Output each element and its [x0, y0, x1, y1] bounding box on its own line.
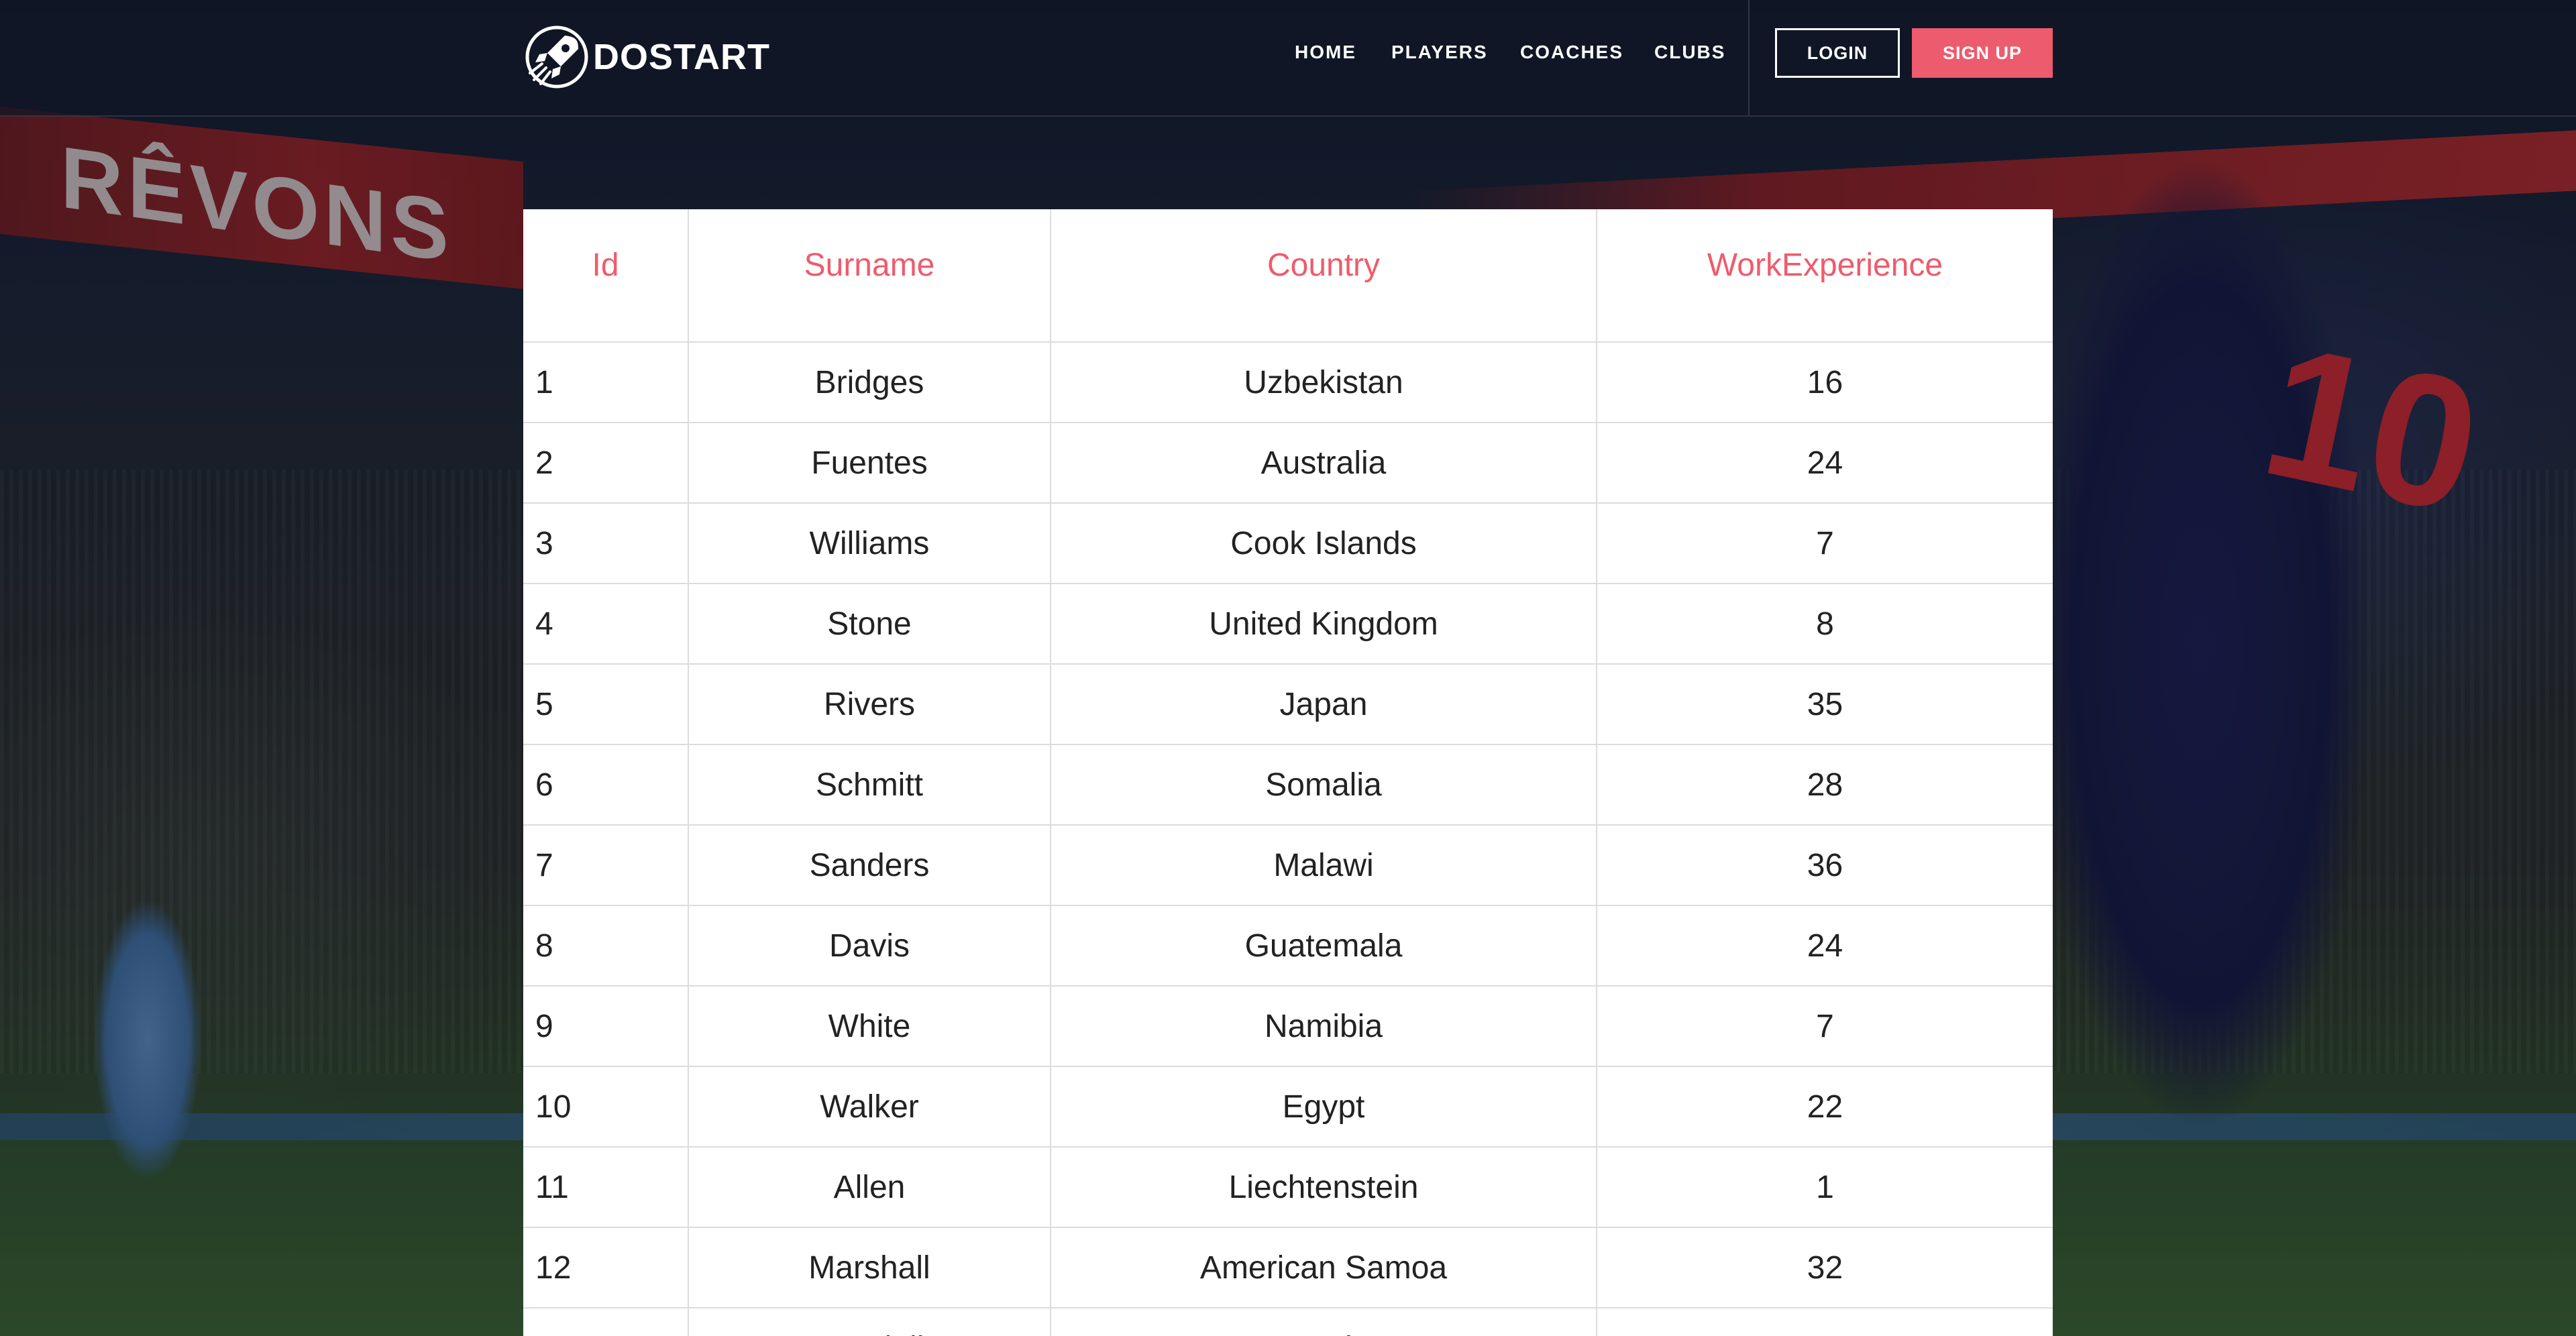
cell-country: Lesotho: [1051, 1308, 1597, 1336]
table-row: 12 Marshall American Samoa 32: [523, 1227, 2053, 1309]
cell-work-experience: 24: [1597, 423, 2053, 504]
column-header-work-experience: WorkExperience: [1597, 209, 2053, 343]
cell-country: Malawi: [1051, 825, 1597, 906]
cell-surname: Williams: [688, 503, 1051, 584]
site-header: DOSTART HOME PLAYERS COACHES CLUBS LOGIN…: [0, 0, 2576, 117]
column-header-country: Country: [1051, 209, 1597, 343]
brand-name: DOSTART: [593, 37, 770, 77]
cell-id: 3: [523, 503, 689, 584]
nav-clubs[interactable]: CLUBS: [1654, 42, 1725, 63]
cell-surname: Schmitt: [688, 744, 1051, 826]
column-header-surname: Surname: [688, 209, 1051, 343]
cell-surname: Sanders: [688, 825, 1051, 906]
cell-surname: Rivers: [688, 664, 1051, 745]
cell-country: Cook Islands: [1051, 503, 1597, 584]
cell-work-experience: 28: [1597, 744, 2053, 826]
cell-id: 7: [523, 825, 689, 906]
cell-id: 12: [523, 1227, 689, 1309]
table-row: 9 White Namibia 7: [523, 986, 2053, 1067]
cell-surname: White: [688, 986, 1051, 1067]
cell-id: 8: [523, 905, 689, 987]
cell-id: 10: [523, 1066, 689, 1148]
cell-country: United Kingdom: [1051, 583, 1597, 665]
table-row: 1 Bridges Uzbekistan 16: [523, 342, 2053, 423]
table-row: 13RandallLesotho22: [523, 1308, 2053, 1336]
cell-work-experience: 22: [1597, 1308, 2053, 1336]
cell-surname: Allen: [688, 1147, 1051, 1228]
cell-country: Uzbekistan: [1051, 342, 1597, 423]
coaches-table-container: Id Surname Country WorkExperience 1 Bridg…: [523, 209, 2053, 1336]
cell-work-experience: 16: [1597, 342, 2053, 423]
cell-work-experience: 7: [1597, 986, 2053, 1067]
brand-logo[interactable]: DOSTART: [523, 20, 770, 94]
coaches-table: Id Surname Country WorkExperience 1 Bridg…: [523, 209, 2053, 1336]
cell-country: Australia: [1051, 423, 1597, 504]
table-row: 2 Fuentes Australia 24: [523, 423, 2053, 504]
cell-country: Egypt: [1051, 1066, 1597, 1148]
cell-country: Japan: [1051, 664, 1597, 745]
cell-id: 13: [523, 1308, 689, 1336]
cell-surname: Stone: [688, 583, 1051, 665]
cell-work-experience: 36: [1597, 825, 2053, 906]
nav-coaches[interactable]: COACHES: [1520, 42, 1623, 63]
cell-id: 1: [523, 342, 689, 423]
table-row: 11 Allen Liechtenstein 1: [523, 1147, 2053, 1228]
cell-country: Guatemala: [1051, 905, 1597, 987]
cell-work-experience: 8: [1597, 583, 2053, 665]
header-divider: [1748, 0, 1750, 115]
rocket-icon: [525, 25, 588, 89]
cell-surname: Randall: [688, 1308, 1051, 1336]
cell-work-experience: 35: [1597, 664, 2053, 745]
cell-id: 5: [523, 664, 689, 745]
cell-country: Liechtenstein: [1051, 1147, 1597, 1228]
table-row: 3 Williams Cook Islands 7: [523, 503, 2053, 584]
cell-surname: Davis: [688, 905, 1051, 987]
cell-id: 11: [523, 1147, 689, 1228]
cell-country: Somalia: [1051, 744, 1597, 826]
cell-surname: Marshall: [688, 1227, 1051, 1309]
cell-country: Namibia: [1051, 986, 1597, 1067]
nav-players[interactable]: PLAYERS: [1391, 42, 1488, 63]
cell-surname: Bridges: [688, 342, 1051, 423]
nav-home[interactable]: HOME: [1295, 42, 1356, 63]
cell-id: 6: [523, 744, 689, 826]
cell-work-experience: 22: [1597, 1066, 2053, 1148]
table-row: 4 Stone United Kingdom 8: [523, 583, 2053, 665]
table-row: 5 Rivers Japan 35: [523, 664, 2053, 745]
cell-country: American Samoa: [1051, 1227, 1597, 1309]
cell-id: 9: [523, 986, 689, 1067]
table-row: 6 Schmitt Somalia 28: [523, 744, 2053, 826]
cell-work-experience: 32: [1597, 1227, 2053, 1309]
column-header-id: Id: [523, 209, 689, 343]
cell-work-experience: 1: [1597, 1147, 2053, 1228]
cell-work-experience: 7: [1597, 503, 2053, 584]
cell-work-experience: 24: [1597, 905, 2053, 987]
cell-id: 4: [523, 583, 689, 665]
cell-id: 2: [523, 423, 689, 504]
login-button[interactable]: LOGIN: [1775, 28, 1900, 78]
signup-button[interactable]: SIGN UP: [1912, 28, 2053, 78]
table-row: 10 Walker Egypt 22: [523, 1066, 2053, 1148]
cell-surname: Walker: [688, 1066, 1051, 1148]
cell-surname: Fuentes: [688, 423, 1051, 504]
table-row: 8 Davis Guatemala 24: [523, 905, 2053, 987]
table-header-row: Id Surname Country WorkExperience: [523, 209, 2053, 343]
table-row: 7 Sanders Malawi 36: [523, 825, 2053, 906]
